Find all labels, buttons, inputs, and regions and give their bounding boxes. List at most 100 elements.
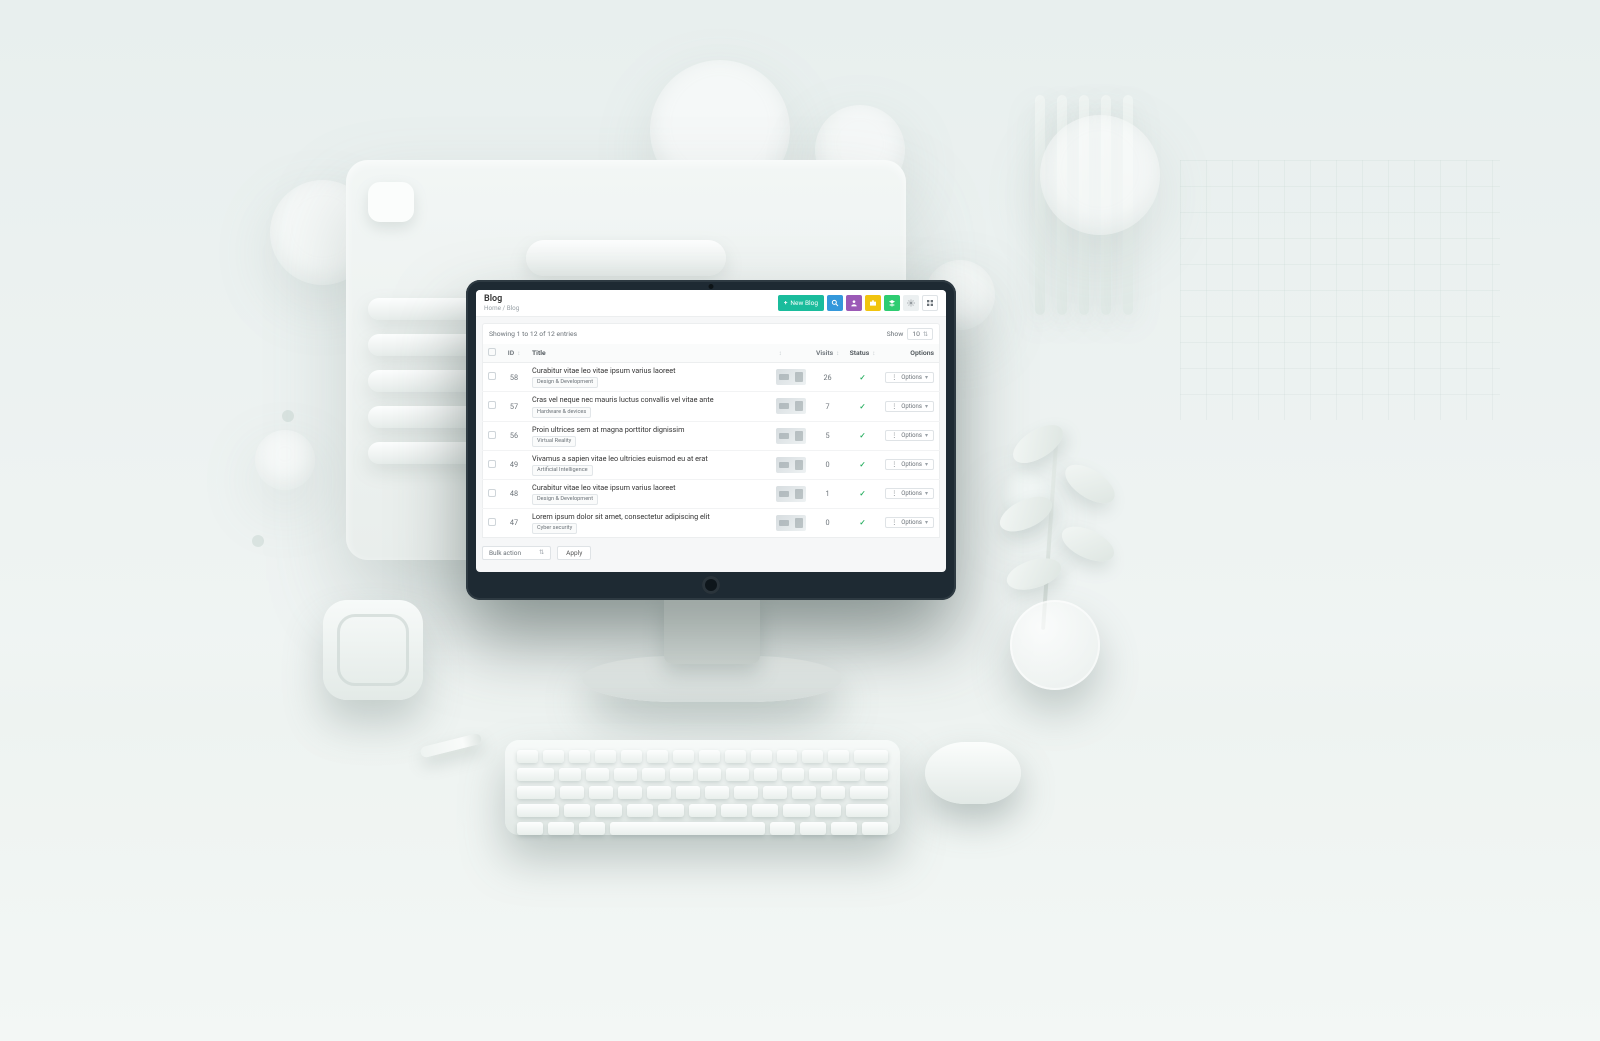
monitor-bezel: Blog Home / Blog New Blog Showing — [466, 280, 956, 600]
row-checkbox[interactable] — [488, 489, 496, 497]
bg-dot — [252, 535, 264, 547]
row-id: 49 — [501, 450, 527, 479]
row-thumbnail[interactable] — [776, 515, 806, 531]
chevron-updown-icon: ⇅ — [539, 549, 544, 556]
row-thumbnail[interactable] — [776, 369, 806, 385]
desk-surface — [0, 640, 1600, 1040]
row-title[interactable]: Lorem ipsum dolor sit amet, consectetur … — [532, 512, 766, 521]
dots-icon: ⋮ — [891, 519, 898, 526]
row-options-button[interactable]: ⋮ Options ▾ — [885, 459, 934, 470]
row-title[interactable]: Proin ultrices sem at magna porttitor di… — [532, 425, 766, 434]
bg-dot — [282, 410, 294, 422]
keyboard-prop — [505, 740, 900, 835]
row-checkbox[interactable] — [488, 372, 496, 380]
chevron-down-icon: ▾ — [925, 461, 928, 468]
row-tag[interactable]: Hardware & devices — [532, 407, 591, 418]
breadcrumb-current: Blog — [507, 304, 520, 312]
table-row: 56Proin ultrices sem at magna porttitor … — [483, 421, 940, 450]
row-checkbox[interactable] — [488, 401, 496, 409]
sort-icon[interactable]: ↕ — [779, 350, 782, 357]
row-tag[interactable]: Virtual Reality — [532, 436, 576, 447]
new-blog-button[interactable]: New Blog — [778, 295, 824, 311]
chevron-down-icon: ▾ — [925, 490, 928, 497]
page-header: Blog Home / Blog New Blog — [476, 290, 946, 317]
row-options-button[interactable]: ⋮ Options ▾ — [885, 372, 934, 383]
row-visits: 5 — [811, 421, 845, 450]
row-thumbnail[interactable] — [776, 457, 806, 473]
dots-icon: ⋮ — [891, 403, 898, 410]
row-title[interactable]: Vivamus a sapien vitae leo ultricies eui… — [532, 454, 766, 463]
vase-prop — [1010, 600, 1100, 690]
status-ok-icon: ✓ — [859, 431, 865, 440]
row-options-button[interactable]: ⋮ Options ▾ — [885, 430, 934, 441]
row-checkbox[interactable] — [488, 431, 496, 439]
col-status[interactable]: Status — [850, 349, 870, 357]
row-tag[interactable]: Artificial Intelligence — [532, 465, 593, 476]
page-size-select[interactable]: 10⇅ — [907, 328, 933, 340]
row-title[interactable]: Curabitur vitae leo vitae ipsum varius l… — [532, 366, 766, 375]
row-visits: 26 — [811, 363, 845, 392]
chevron-down-icon: ▾ — [925, 403, 928, 410]
breadcrumb-home[interactable]: Home — [484, 304, 501, 312]
breadcrumb: Blog Home / Blog — [484, 294, 519, 312]
breadcrumb-path: Home / Blog — [484, 305, 519, 313]
col-id[interactable]: ID — [508, 349, 514, 357]
search-button[interactable] — [827, 295, 843, 311]
row-thumbnail[interactable] — [776, 398, 806, 414]
plant-leaf — [1007, 416, 1069, 471]
row-id: 47 — [501, 508, 527, 537]
admin-screen: Blog Home / Blog New Blog Showing — [476, 290, 946, 572]
plant-leaf — [1059, 458, 1121, 510]
user-button[interactable] — [846, 295, 862, 311]
status-ok-icon: ✓ — [859, 373, 865, 382]
list-summary-bar: Showing 1 to 12 of 12 entries Show 10⇅ — [482, 323, 940, 344]
row-id: 57 — [501, 392, 527, 421]
entries-summary: Showing 1 to 12 of 12 entries — [489, 330, 577, 338]
col-title[interactable]: Title — [532, 349, 546, 357]
bg-grid — [1180, 160, 1500, 420]
status-ok-icon: ✓ — [859, 518, 865, 527]
status-ok-icon: ✓ — [859, 402, 865, 411]
show-label: Show — [887, 330, 904, 338]
settings-button[interactable] — [903, 295, 919, 311]
blog-table: ID↕ Title ↕ Visits↕ Status↕ Options 58Cu… — [482, 344, 940, 538]
row-visits: 1 — [811, 479, 845, 508]
monitor-home-button — [702, 576, 720, 594]
col-visits[interactable]: Visits — [816, 349, 833, 357]
row-thumbnail[interactable] — [776, 428, 806, 444]
row-title[interactable]: Curabitur vitae leo vitae ipsum varius l… — [532, 483, 766, 492]
toolbar: New Blog — [778, 295, 938, 311]
sort-icon[interactable]: ↕ — [872, 350, 875, 357]
grid-view-button[interactable] — [922, 295, 938, 311]
table-row: 48 Curabitur vitae leo vitae ipsum varius… — [483, 479, 940, 508]
plant-leaf — [1057, 521, 1119, 568]
sort-icon[interactable]: ↕ — [836, 350, 839, 357]
row-title[interactable]: Cras vel neque nec mauris luctus convall… — [532, 395, 766, 404]
row-tag[interactable]: Design & Development — [532, 494, 598, 505]
chevron-updown-icon: ⇅ — [923, 331, 928, 338]
sort-icon[interactable]: ↕ — [517, 350, 520, 357]
mouse-prop — [925, 742, 1021, 804]
row-tag[interactable]: Design & Development — [532, 377, 598, 388]
col-options: Options — [910, 349, 934, 357]
row-options-button[interactable]: ⋮ Options ▾ — [885, 517, 934, 528]
dots-icon: ⋮ — [891, 374, 898, 381]
bulk-action-select[interactable]: Bulk action⇅ — [482, 546, 551, 560]
select-all-checkbox[interactable] — [488, 348, 496, 356]
row-options-button[interactable]: ⋮ Options ▾ — [885, 401, 934, 412]
row-checkbox[interactable] — [488, 460, 496, 468]
bg-circle — [255, 430, 315, 490]
status-ok-icon: ✓ — [859, 489, 865, 498]
row-checkbox[interactable] — [488, 518, 496, 526]
apply-button[interactable]: Apply — [557, 546, 591, 560]
monitor-stand-neck — [664, 594, 760, 664]
row-options-button[interactable]: ⋮ Options ▾ — [885, 488, 934, 499]
row-thumbnail[interactable] — [776, 486, 806, 502]
row-tag[interactable]: Cyber security — [532, 523, 577, 534]
row-id: 48 — [501, 479, 527, 508]
row-visits: 0 — [811, 450, 845, 479]
briefcase-button[interactable] — [865, 295, 881, 311]
plant-leaf — [1003, 551, 1065, 596]
layers-button[interactable] — [884, 295, 900, 311]
dots-icon: ⋮ — [891, 432, 898, 439]
